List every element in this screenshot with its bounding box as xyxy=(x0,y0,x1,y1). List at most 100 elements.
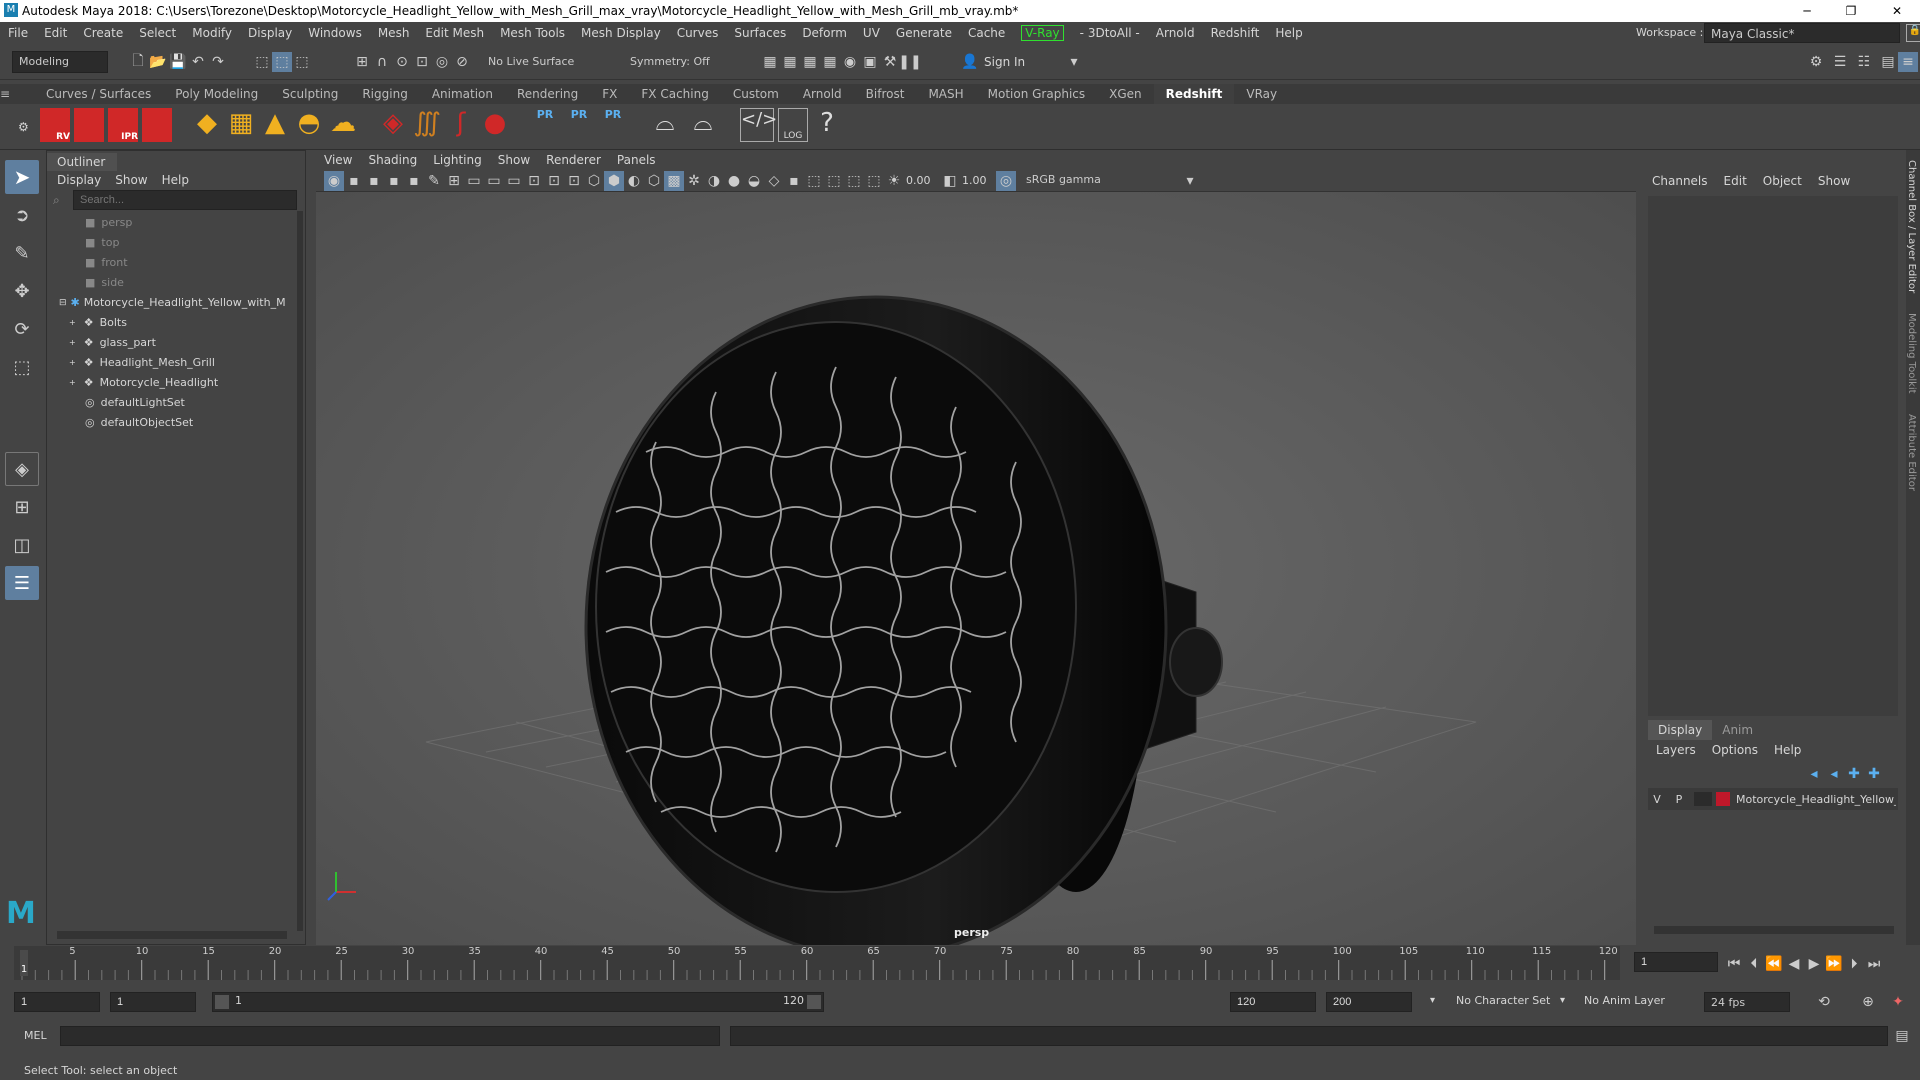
redshift-pr-sync-icon[interactable]: PR xyxy=(598,108,628,142)
menu-arnold[interactable]: Arnold xyxy=(1156,26,1195,40)
gamma-icon[interactable]: ◧ xyxy=(940,171,960,191)
expand-icon[interactable]: + xyxy=(69,333,76,353)
shelf-tab-fx[interactable]: FX xyxy=(590,84,629,104)
smooth-shade-icon[interactable]: ⬢ xyxy=(604,170,624,191)
mel-label[interactable]: MEL xyxy=(24,1029,47,1042)
menu-uv[interactable]: UV xyxy=(863,26,880,40)
close-button[interactable]: ✕ xyxy=(1882,0,1912,22)
viewport-canvas[interactable] xyxy=(316,192,1636,945)
outliner-menu-help[interactable]: Help xyxy=(162,173,189,187)
render-frame-icon[interactable]: ▦ xyxy=(760,52,780,72)
viewport-panel[interactable]: View Shading Lighting Show Renderer Pane… xyxy=(316,150,1636,945)
exposure-icon[interactable]: ☀ xyxy=(884,171,904,191)
layer-menu-options[interactable]: Options xyxy=(1712,743,1758,757)
shelf-tab-rendering[interactable]: Rendering xyxy=(505,84,590,104)
layer-color-swatch[interactable] xyxy=(1716,792,1730,806)
screen-space-ao-icon[interactable]: ● xyxy=(724,171,744,191)
shelf-tab-vray[interactable]: VRay xyxy=(1234,84,1289,104)
time-slider[interactable]: 5 10 15 20 25 30 35 40 45 50 55 60 65 70 75 80 85 90 95 100… xyxy=(0,946,1920,980)
render-view-icon[interactable]: ▦ xyxy=(800,52,820,72)
scale-tool-icon[interactable]: ⬚ xyxy=(5,350,39,384)
shelf-tab-bifrost[interactable]: Bifrost xyxy=(854,84,917,104)
anim-layer-chevron-icon[interactable]: ▾ xyxy=(1560,995,1565,1006)
depth-of-field-icon[interactable]: ▪ xyxy=(784,171,804,191)
list-item[interactable]: ■ front xyxy=(47,253,305,273)
motion-blur-icon[interactable]: ◒ xyxy=(744,171,764,191)
play-forward-icon[interactable]: ▶ xyxy=(1804,954,1824,974)
log-icon[interactable]: LOG xyxy=(778,108,808,142)
viewport-menu-shading[interactable]: Shading xyxy=(368,150,417,170)
shelf-tab-rigging[interactable]: Rigging xyxy=(350,84,419,104)
pause-icon[interactable]: ❚❚ xyxy=(898,52,921,72)
redshift-dome-light-icon[interactable]: ◓ xyxy=(294,108,324,142)
ipr-render-icon[interactable]: ▦ xyxy=(820,52,840,72)
shelf-tab-custom[interactable]: Custom xyxy=(721,84,791,104)
minimize-button[interactable]: ─ xyxy=(1792,0,1822,22)
layer-scrollbar[interactable] xyxy=(1654,926,1894,934)
redshift-pr-import-icon[interactable]: PR xyxy=(564,108,594,142)
menu-display[interactable]: Display xyxy=(248,26,292,40)
menu-modify[interactable]: Modify xyxy=(192,26,232,40)
snap-grid-icon[interactable]: ⊞ xyxy=(352,52,372,72)
move-layer-down-icon[interactable]: ◂ xyxy=(1824,764,1844,784)
viewport-menu-view[interactable]: View xyxy=(324,150,352,170)
list-item[interactable]: ■ side xyxy=(47,273,305,293)
outliner-menu-show[interactable]: Show xyxy=(115,173,147,187)
outliner-search-input[interactable] xyxy=(73,190,297,210)
symmetry-dropdown[interactable]: Symmetry: Off xyxy=(624,51,720,72)
animation-end-field[interactable] xyxy=(1326,992,1412,1012)
viewport-menu-renderer[interactable]: Renderer xyxy=(546,150,601,170)
animation-start-field[interactable] xyxy=(14,992,100,1012)
render-seq-icon[interactable]: ▦ xyxy=(780,52,800,72)
list-item[interactable]: + ❖ Bolts xyxy=(47,313,305,333)
field-chart-icon[interactable]: ⊡ xyxy=(524,171,544,191)
channel-menu-show[interactable]: Show xyxy=(1818,174,1850,188)
shelf-tab-sculpting[interactable]: Sculpting xyxy=(270,84,350,104)
tool-settings-toggle-icon[interactable]: ☷ xyxy=(1854,52,1874,72)
layer-playback-toggle[interactable]: P xyxy=(1670,793,1688,806)
shelf-tab-xgen[interactable]: XGen xyxy=(1097,84,1154,104)
chevron-down-icon[interactable]: ▾ xyxy=(1064,52,1084,72)
shelf-menu-icon[interactable]: ≡ xyxy=(0,84,34,104)
bookmark-icon[interactable]: ▪ xyxy=(364,171,384,191)
expand-icon[interactable]: + xyxy=(69,353,76,373)
redshift-hair-icon[interactable]: ʃ xyxy=(446,108,476,142)
grid-icon[interactable]: ⊞ xyxy=(444,171,464,191)
xray-icon[interactable]: ⬚ xyxy=(824,171,844,191)
maximize-button[interactable]: ❐ xyxy=(1836,0,1866,22)
redshift-material-ball-icon[interactable]: ● xyxy=(480,108,510,142)
step-back-key-icon[interactable]: ⏴ xyxy=(1744,954,1764,974)
redshift-sun-light-icon[interactable]: ☁ xyxy=(328,108,358,142)
menu-mesh[interactable]: Mesh xyxy=(378,26,410,40)
film-gate-icon[interactable]: ▭ xyxy=(464,171,484,191)
expand-icon[interactable]: + xyxy=(69,373,76,393)
single-view-layout-icon[interactable]: ◈ xyxy=(5,452,39,486)
layer-menu-layers[interactable]: Layers xyxy=(1656,743,1696,757)
outliner-vertical-scrollbar[interactable] xyxy=(297,211,303,931)
mode-dropdown[interactable]: Modeling xyxy=(12,50,108,73)
snap-point-icon[interactable]: ⊙ xyxy=(392,52,412,72)
expand-icon[interactable]: + xyxy=(69,313,76,333)
side-tab-channel-box[interactable]: Channel Box / Layer Editor xyxy=(1906,160,1917,293)
camera-attributes-icon[interactable]: ▪ xyxy=(344,171,364,191)
anti-aliasing-icon[interactable]: ◇ xyxy=(764,171,784,191)
select-component-icon[interactable]: ⬚ xyxy=(292,52,312,72)
modeling-toolkit-toggle-icon[interactable]: ⚙ xyxy=(1806,52,1826,72)
snap-surface-icon[interactable]: ◎ xyxy=(432,52,452,72)
redshift-volume-icon[interactable]: ∭ xyxy=(412,108,442,142)
channel-menu-channels[interactable]: Channels xyxy=(1652,174,1708,188)
step-forward-key-icon[interactable]: ⏵ xyxy=(1844,954,1864,974)
viewport-menu-panels[interactable]: Panels xyxy=(617,150,656,170)
menu-curves[interactable]: Curves xyxy=(677,26,719,40)
layer-type-toggle[interactable] xyxy=(1694,792,1712,806)
menu-edit[interactable]: Edit xyxy=(44,26,67,40)
shelf-tab-curves-surfaces[interactable]: Curves / Surfaces xyxy=(34,84,163,104)
redshift-pr-export-icon[interactable]: PR xyxy=(530,108,560,142)
list-item[interactable]: + ❖ Motorcycle_Headlight xyxy=(47,373,305,393)
menu-select[interactable]: Select xyxy=(139,26,176,40)
list-item[interactable]: ◎ defaultObjectSet xyxy=(47,413,305,433)
menu-deform[interactable]: Deform xyxy=(802,26,847,40)
lasso-tool-icon[interactable]: ➲ xyxy=(5,198,39,232)
layer-row[interactable]: V P Motorcycle_Headlight_Yellow_ xyxy=(1648,788,1898,810)
step-back-frame-icon[interactable]: ⏪ xyxy=(1764,954,1784,974)
